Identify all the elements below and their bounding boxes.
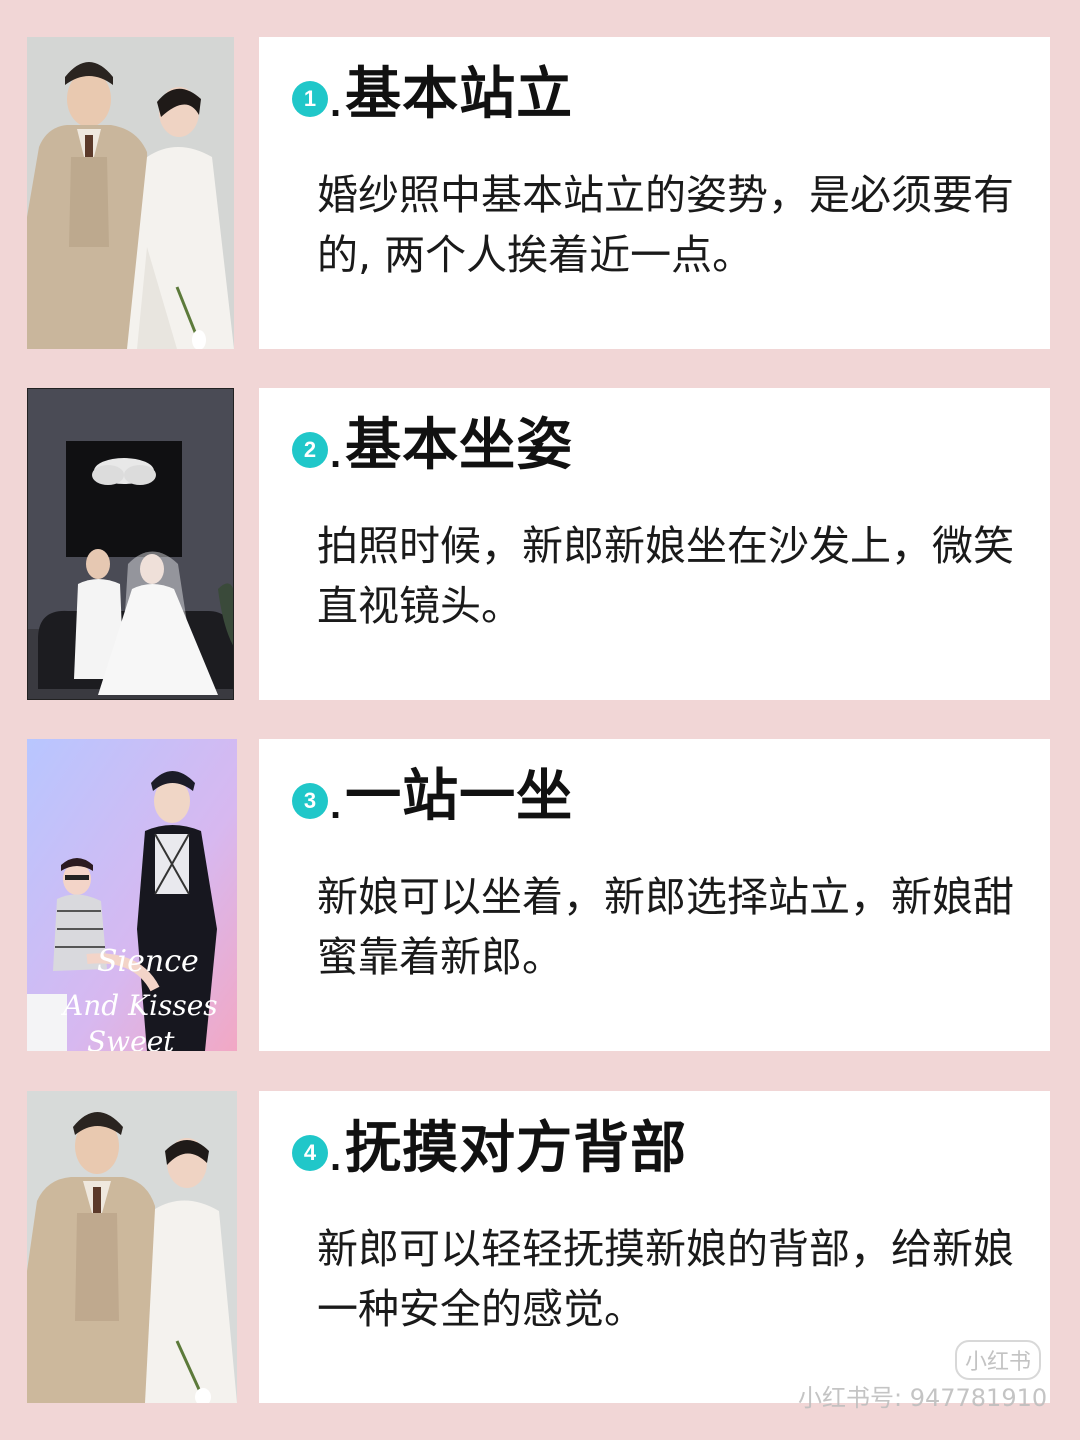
pose-title: 一站一坐 xyxy=(345,764,574,829)
photo-back-touch-couple xyxy=(27,1091,237,1403)
pose-title: 基本坐姿 xyxy=(345,413,574,478)
pose-heading: 4 . 抚摸对方背部 xyxy=(292,1121,687,1177)
pose-heading: 2 . 基本坐姿 xyxy=(292,418,573,474)
pose-description: 婚纱照中基本站立的姿势，是必须要有的, 两个人挨着近一点。 xyxy=(317,171,1014,279)
svg-text:And Kisses: And Kisses xyxy=(60,989,218,1022)
pose-title: 抚摸对方背部 xyxy=(345,1116,688,1181)
number-badge: 1 xyxy=(292,81,328,117)
number-badge: 2 xyxy=(292,432,328,468)
pose-description: 拍照时候，新郎新娘坐在沙发上，微笑直视镜头。 xyxy=(317,522,1014,630)
number-badge: 3 xyxy=(292,783,328,819)
watermark-id: 小红书号: 947781910 xyxy=(798,1384,1048,1412)
photo-stand-and-sit-couple: Sience And Kisses Sweet xyxy=(27,739,237,1051)
photo-sitting-couple xyxy=(27,388,234,700)
number-dot: . xyxy=(330,1135,342,1179)
pose-card-2: 2 . 基本坐姿 拍照时候，新郎新娘坐在沙发上，微笑直视镜头。 xyxy=(259,388,1050,700)
svg-text:Sweet: Sweet xyxy=(87,1025,175,1051)
number-dot: . xyxy=(330,432,342,476)
number-dot: . xyxy=(330,81,342,125)
pose-card-1: 1 . 基本站立 婚纱照中基本站立的姿势，是必须要有的, 两个人挨着近一点。 xyxy=(259,37,1050,349)
pose-card-4: 4 . 抚摸对方背部 新郎可以轻轻抚摸新娘的背部，给新娘一种安全的感觉。 xyxy=(259,1091,1050,1403)
pose-heading: 1 . 基本站立 xyxy=(292,67,573,123)
pose-description: 新娘可以坐着，新郎选择站立，新娘甜蜜靠着新郎。 xyxy=(317,873,1014,981)
number-badge: 4 xyxy=(292,1135,328,1171)
pose-heading: 3 . 一站一坐 xyxy=(292,769,573,825)
number-dot: . xyxy=(330,783,342,827)
svg-text:Sience: Sience xyxy=(97,944,199,979)
pose-title: 基本站立 xyxy=(345,62,574,127)
watermark-logo: 小红书 xyxy=(955,1340,1042,1380)
pose-description: 新郎可以轻轻抚摸新娘的背部，给新娘一种安全的感觉。 xyxy=(317,1225,1014,1333)
photo-standing-couple xyxy=(27,37,234,349)
pose-card-3: 3 . 一站一坐 新娘可以坐着，新郎选择站立，新娘甜蜜靠着新郎。 xyxy=(259,739,1050,1051)
